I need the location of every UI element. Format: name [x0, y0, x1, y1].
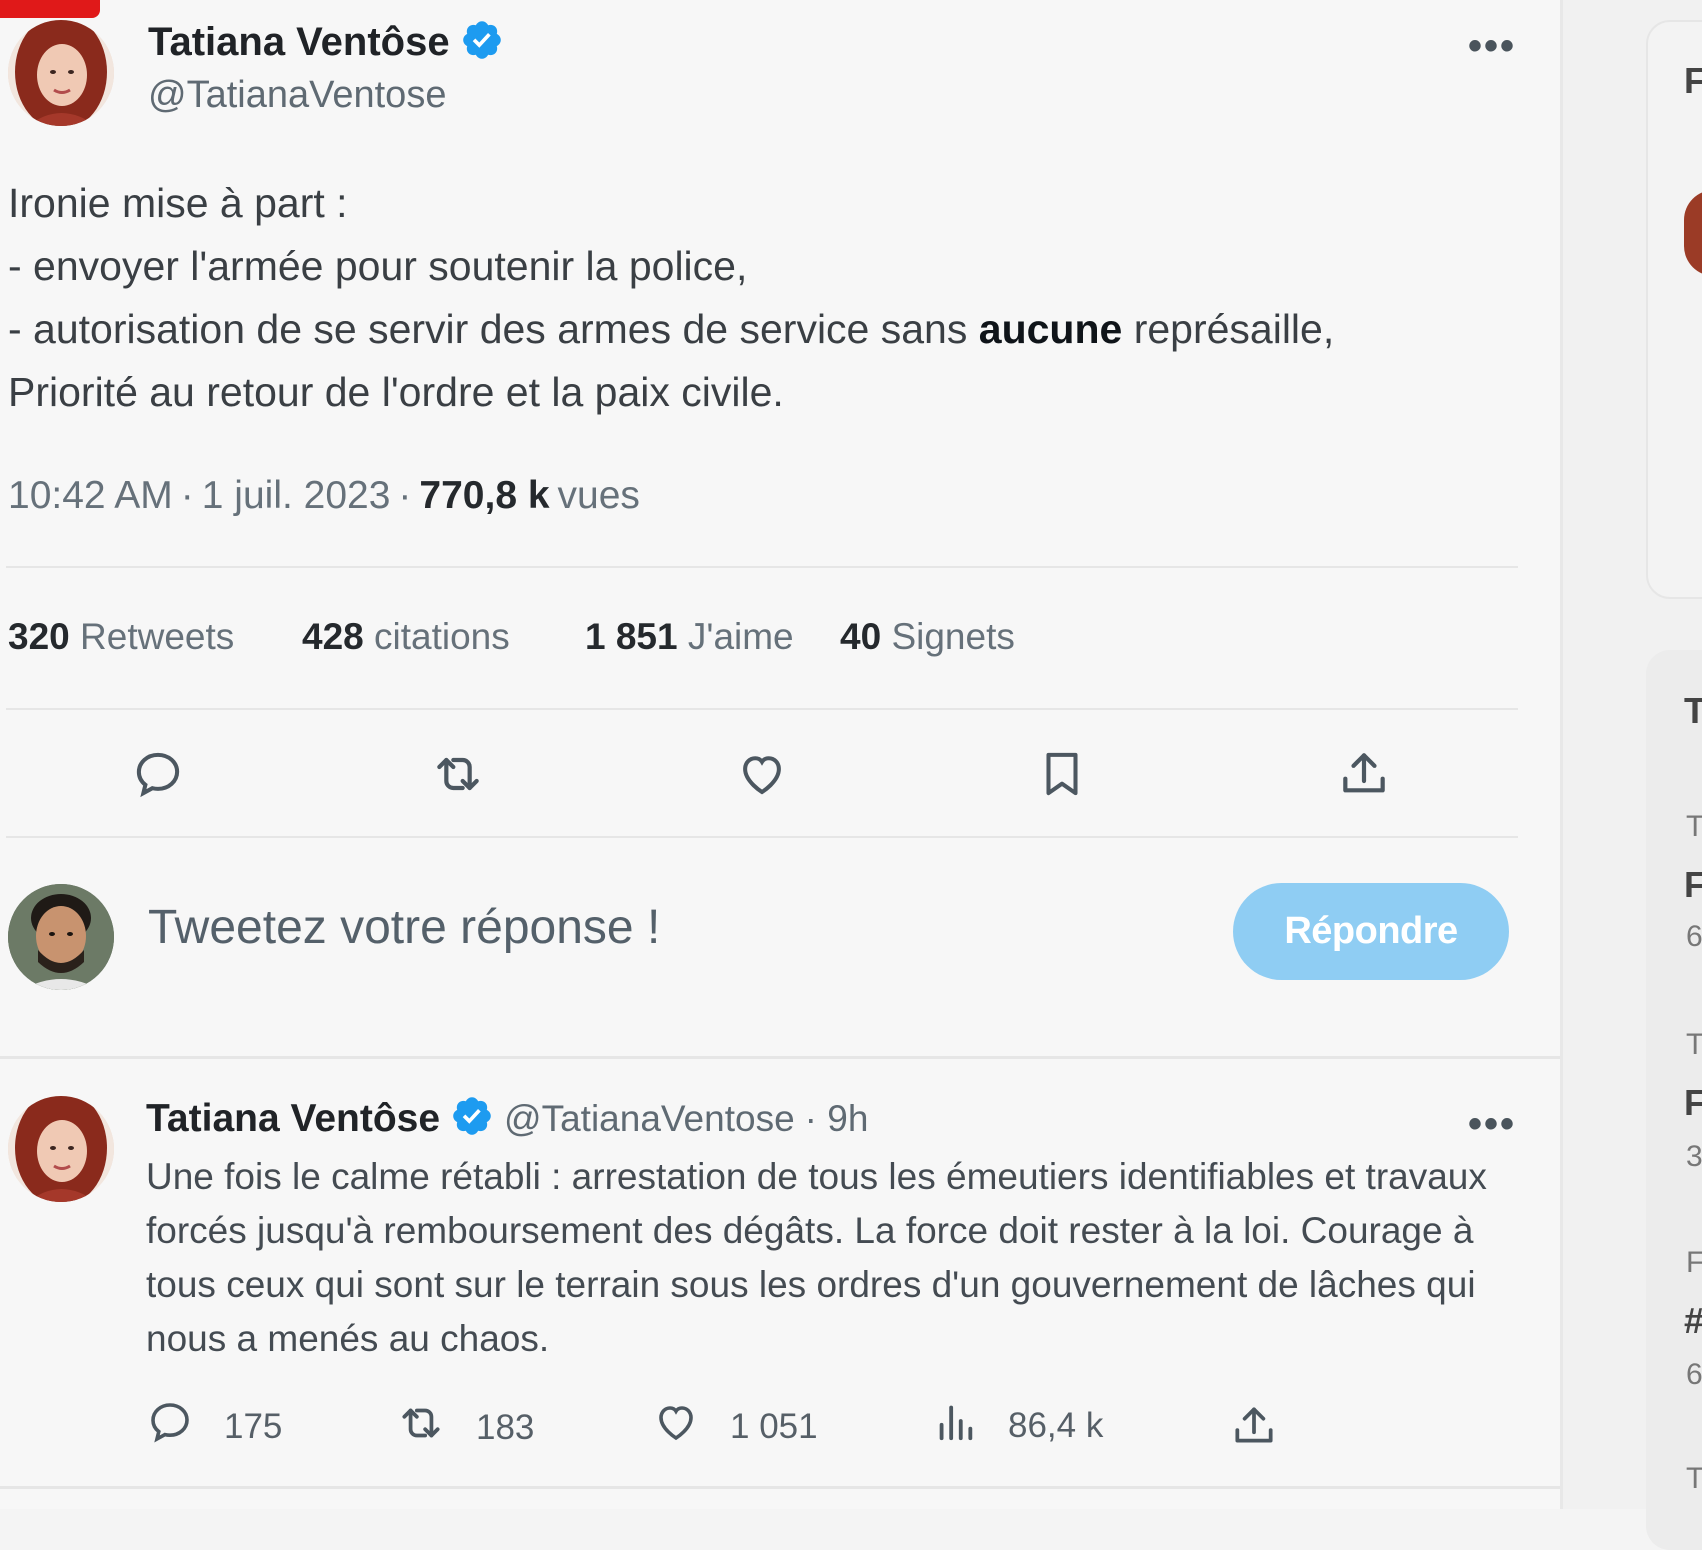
trend-2-count-fragment: 3 [1686, 1140, 1702, 1173]
meta-separator: · [398, 474, 412, 517]
sidebar-card [1646, 20, 1702, 599]
stat-bookmarks[interactable]: 40 Signets [840, 616, 1015, 658]
trend-3-category-fragment: F [1686, 1246, 1702, 1279]
reply-views-count: 86,4 k [1008, 1405, 1104, 1445]
trend-1-title-fragment[interactable]: F [1684, 864, 1702, 906]
author-name[interactable]: Tatiana Ventôse [148, 20, 450, 65]
sidebar-header-fragment: F [1684, 60, 1702, 101]
stat-bookmarks-count: 40 [840, 616, 882, 657]
verified-badge-icon [460, 18, 504, 67]
verified-badge-icon [450, 1094, 494, 1143]
like-icon [652, 1398, 700, 1455]
user-avatar[interactable] [8, 884, 114, 990]
reply-likes-metric[interactable]: 1 051 [652, 1398, 818, 1455]
trend-1-category-fragment: T [1686, 810, 1702, 843]
trends-header-fragment: T [1684, 690, 1702, 731]
reply-input[interactable]: Tweetez votre réponse ! [148, 900, 660, 955]
reply-replies-count: 175 [224, 1406, 283, 1446]
stat-quotes-count: 428 [302, 616, 364, 657]
reply-age[interactable]: · 9h [805, 1098, 869, 1140]
reply-share-icon[interactable] [1224, 1396, 1284, 1456]
author-avatar[interactable] [8, 20, 114, 126]
main-column: Tatiana Ventôse @TatianaVentose ••• Iron… [0, 0, 1562, 1509]
tweet-line-1: Ironie mise à part : [8, 180, 348, 226]
share-icon[interactable] [1334, 744, 1394, 804]
stat-likes-count: 1 851 [585, 616, 678, 657]
tweet-line-2: - envoyer l'armée pour soutenir la polic… [8, 243, 748, 289]
tweet-line-4: Priorité au retour de l'ordre et la paix… [8, 369, 784, 415]
bookmark-icon[interactable] [1032, 744, 1092, 804]
reply-header: Tatiana Ventôse @TatianaVentose · 9h [146, 1094, 868, 1143]
trend-3-count-fragment: 6 [1686, 1358, 1702, 1391]
more-options-icon[interactable]: ••• [1468, 24, 1516, 69]
stat-quotes[interactable]: 428 citations [302, 616, 510, 658]
trend-2-category-fragment: T [1686, 1028, 1702, 1061]
like-icon[interactable] [732, 744, 792, 804]
tweet-emphasis: aucune [978, 306, 1123, 352]
tweet-line-3-start: - autorisation de se servir des armes de… [8, 306, 968, 352]
tweet-line-3-end: représaille, [1122, 306, 1335, 352]
views-label: vues [557, 474, 640, 517]
live-badge [0, 0, 100, 18]
stat-likes-label: J'aime [687, 616, 794, 657]
stat-likes[interactable]: 1 851 J'aime [585, 616, 794, 658]
tweet-time[interactable]: 10:42 AM [8, 474, 173, 518]
reply-icon [146, 1398, 194, 1455]
tweet-meta: 10:42 AM · 1 juil. 2023 · 770,8 k vues [8, 474, 640, 518]
tweet-text: Ironie mise à part : - envoyer l'armée p… [8, 172, 1528, 424]
views-chart-icon [932, 1398, 978, 1453]
trend-2-title-fragment[interactable]: F [1684, 1082, 1702, 1124]
reply-replies-metric[interactable]: 175 [146, 1398, 282, 1455]
reply-views-metric[interactable]: 86,4 k [932, 1398, 1103, 1453]
reply-author-name[interactable]: Tatiana Ventôse [146, 1097, 440, 1141]
reply-text: Une fois le calme rétabli : arrestation … [146, 1156, 1487, 1359]
views-count: 770,8 k [419, 474, 550, 517]
divider [6, 708, 1518, 710]
stat-retweets-count: 320 [8, 616, 70, 657]
stat-retweets-label: Retweets [80, 616, 235, 657]
reply-retweets-count: 183 [476, 1407, 535, 1447]
reply-likes-count: 1 051 [730, 1406, 818, 1446]
divider [6, 836, 1518, 838]
tweet-date[interactable]: 1 juil. 2023 [202, 474, 391, 518]
author-handle[interactable]: @TatianaVentose [148, 74, 446, 117]
reply-button[interactable]: Répondre [1233, 883, 1509, 980]
divider [0, 1486, 1560, 1489]
stat-bookmarks-label: Signets [891, 616, 1015, 657]
trend-3-title-fragment[interactable]: # [1684, 1300, 1702, 1342]
author-name-row: Tatiana Ventôse [148, 18, 504, 67]
stat-retweets[interactable]: 320 Retweets [8, 616, 234, 658]
tweet-line-3: - autorisation de se servir des armes de… [8, 298, 1528, 361]
meta-separator: · [180, 474, 194, 517]
trend-4-category-fragment: T [1686, 1462, 1702, 1495]
trend-1-count-fragment: 6 [1686, 920, 1702, 953]
stat-quotes-label: citations [374, 616, 510, 657]
reply-author-handle[interactable]: @TatianaVentose [504, 1098, 795, 1140]
retweet-icon[interactable] [428, 744, 488, 804]
reply-more-options-icon[interactable]: ••• [1468, 1102, 1516, 1147]
retweet-icon [396, 1398, 446, 1457]
reply-icon[interactable] [128, 744, 188, 804]
reply-author-avatar[interactable] [8, 1096, 114, 1202]
reply-retweets-metric[interactable]: 183 [396, 1398, 534, 1457]
divider [0, 1056, 1560, 1059]
divider [6, 566, 1518, 568]
